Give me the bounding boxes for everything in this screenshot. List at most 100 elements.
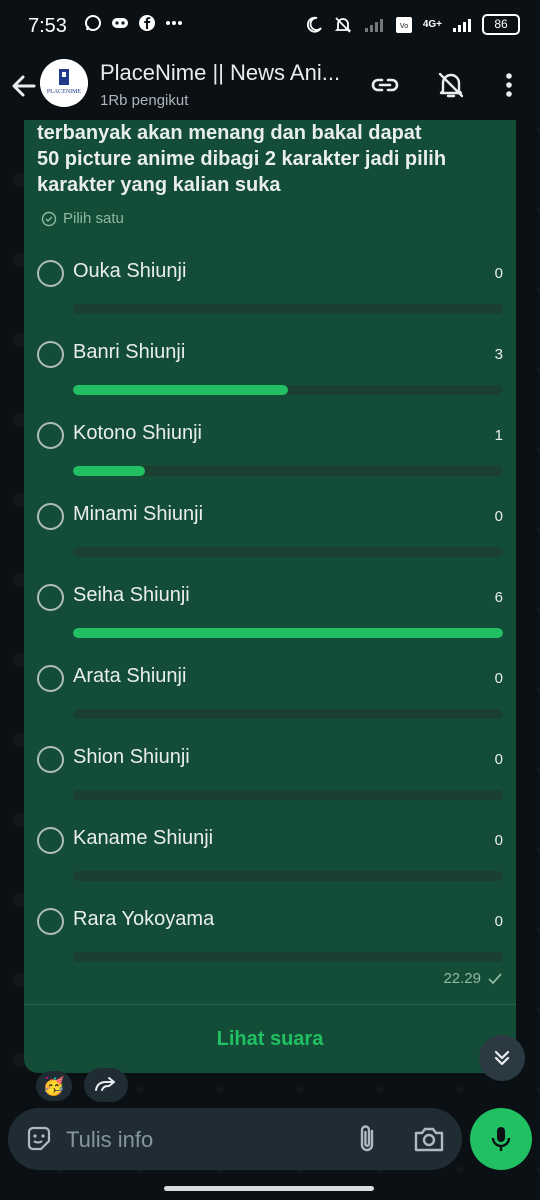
poll-option[interactable]: Banri Shiunji 3 xyxy=(24,327,516,408)
poll-option-label: Banri Shiunji xyxy=(73,341,186,363)
vote-progress-track xyxy=(73,628,503,638)
poll-option[interactable]: Arata Shiunji 0 xyxy=(24,651,516,732)
vote-progress-fill xyxy=(73,385,288,395)
radio-button[interactable] xyxy=(37,746,64,773)
radio-button[interactable] xyxy=(37,584,64,611)
poll-option-count: 0 xyxy=(494,751,503,768)
moon-icon xyxy=(306,16,322,32)
pick-one-label: Pilih satu xyxy=(63,210,124,227)
poll-option-count: 0 xyxy=(494,913,503,930)
poll-option[interactable]: Rara Yokoyama 0 xyxy=(24,894,516,975)
radio-button[interactable] xyxy=(37,422,64,449)
poll-question: terbanyak akan menang dan bakal dapat 50… xyxy=(37,120,507,198)
poll-option-count: 6 xyxy=(494,589,503,606)
svg-text:PLACENIME: PLACENIME xyxy=(47,89,82,95)
paperclip-icon[interactable] xyxy=(352,1123,382,1155)
volte-icon: Vo xyxy=(395,16,412,33)
poll-option[interactable]: Kaname Shiunji 0 xyxy=(24,813,516,894)
timestamp-text: 22.29 xyxy=(443,970,481,987)
channel-title[interactable]: PlaceNime || News Ani... xyxy=(100,60,340,86)
check-circle-icon xyxy=(41,211,57,226)
vote-progress-track xyxy=(73,547,503,557)
vote-progress-track xyxy=(73,709,503,719)
vote-progress-track xyxy=(73,466,503,476)
vote-progress-fill xyxy=(73,628,503,638)
more-dots-icon xyxy=(166,21,182,25)
radio-button[interactable] xyxy=(37,827,64,854)
poll-message: terbanyak akan menang dan bakal dapat 50… xyxy=(24,108,516,1073)
double-chevron-down-icon xyxy=(494,1050,510,1066)
vote-progress-track xyxy=(73,952,503,962)
link-icon[interactable] xyxy=(368,68,402,102)
discord-icon xyxy=(112,18,128,28)
mic-button[interactable] xyxy=(470,1108,532,1170)
more-vertical-icon[interactable] xyxy=(492,68,526,102)
channel-header: PLACENIME PlaceNime || News Ani... 1Rb p… xyxy=(0,54,540,120)
poll-option-label: Shion Shiunji xyxy=(73,746,190,768)
radio-button[interactable] xyxy=(37,908,64,935)
status-time: 7:53 xyxy=(28,15,67,37)
poll-question-line: terbanyak akan menang dan bakal dapat xyxy=(37,122,422,144)
poll-option-label: Kotono Shiunji xyxy=(73,422,202,444)
placenime-logo: PLACENIME xyxy=(40,59,88,107)
poll-option-count: 1 xyxy=(494,427,503,444)
network-type: 4G+ xyxy=(422,19,442,30)
radio-button[interactable] xyxy=(37,260,64,287)
poll-option-count: 0 xyxy=(494,265,503,282)
poll-option-label: Rara Yokoyama xyxy=(73,908,215,930)
forward-button[interactable] xyxy=(84,1068,128,1102)
whatsapp-icon xyxy=(85,15,101,31)
radio-button[interactable] xyxy=(37,341,64,368)
forward-icon xyxy=(95,1077,115,1091)
scroll-to-bottom-button[interactable] xyxy=(479,1035,525,1081)
microphone-icon xyxy=(491,1127,511,1151)
reaction-emoji: 🥳 xyxy=(42,1075,66,1096)
poll-option[interactable]: Minami Shiunji 0 xyxy=(24,489,516,570)
poll-option[interactable]: Shion Shiunji 0 xyxy=(24,732,516,813)
vote-progress-track xyxy=(73,790,503,800)
sticker-icon[interactable] xyxy=(24,1124,54,1154)
reaction-badge[interactable]: 🥳 xyxy=(36,1071,72,1101)
poll-instruction: Pilih satu xyxy=(41,210,124,227)
poll-option-count: 0 xyxy=(494,832,503,849)
vote-progress-fill xyxy=(73,466,145,476)
notification-icons xyxy=(84,14,183,32)
vote-progress-track xyxy=(73,871,503,881)
poll-option-label: Seiha Shiunji xyxy=(73,584,190,606)
check-icon xyxy=(488,972,502,984)
poll-option-label: Ouka Shiunji xyxy=(73,260,187,282)
poll-option[interactable]: Ouka Shiunji 0 xyxy=(24,246,516,327)
vote-progress-track xyxy=(73,385,503,395)
battery-indicator: 86 xyxy=(482,14,520,35)
radio-button[interactable] xyxy=(37,665,64,692)
poll-question-line: 50 picture anime dibagi 2 karakter jadi … xyxy=(37,148,447,170)
cell-signal-icon xyxy=(453,18,471,32)
vote-progress-track xyxy=(73,304,503,314)
radio-button[interactable] xyxy=(37,503,64,530)
status-bar: 7:53 Vo 4G+ 86 xyxy=(0,0,540,54)
message-input[interactable] xyxy=(64,1118,338,1162)
facebook-icon xyxy=(139,15,155,31)
camera-icon[interactable] xyxy=(412,1124,446,1154)
arrow-left-icon[interactable] xyxy=(8,70,40,102)
system-icons: Vo 4G+ 86 xyxy=(305,14,520,35)
silent-bell-icon xyxy=(334,16,351,33)
svg-text:Vo: Vo xyxy=(400,23,408,30)
avatar[interactable]: PLACENIME xyxy=(40,59,88,107)
wifi-signal-icon xyxy=(364,18,383,32)
bell-off-icon[interactable] xyxy=(434,68,468,102)
message-input-bar xyxy=(8,1108,462,1170)
poll-option-label: Arata Shiunji xyxy=(73,665,187,687)
poll-option-count: 0 xyxy=(494,670,503,687)
follower-count: 1Rb pengikut xyxy=(100,92,189,109)
poll-option[interactable]: Seiha Shiunji 6 xyxy=(24,570,516,651)
poll-option-label: Minami Shiunji xyxy=(73,503,204,525)
home-indicator[interactable] xyxy=(164,1186,374,1191)
message-timestamp: 22.29 xyxy=(443,970,503,987)
poll-option-count: 3 xyxy=(494,346,503,363)
view-votes-button[interactable]: Lihat suara xyxy=(24,1005,516,1073)
poll-option-label: Kaname Shiunji xyxy=(73,827,214,849)
poll-option[interactable]: Kotono Shiunji 1 xyxy=(24,408,516,489)
poll-question-line: karakter yang kalian suka xyxy=(37,174,281,196)
poll-option-count: 0 xyxy=(494,508,503,525)
